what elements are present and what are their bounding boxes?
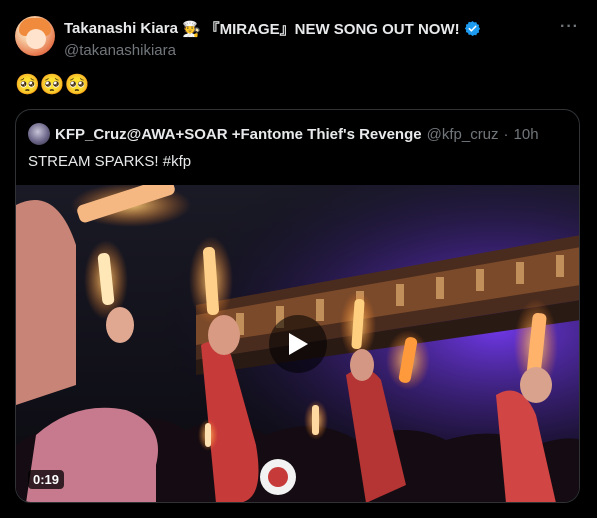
tweet-header: Takanashi Kiara 🧑‍🍳 『MIRAGE』NEW SONG OUT… <box>64 18 557 59</box>
tweet-text: 🥺🥺🥺 <box>15 72 90 96</box>
tweet: Takanashi Kiara 🧑‍🍳 『MIRAGE』NEW SONG OUT… <box>0 0 597 518</box>
author-name-suffix[interactable]: 『MIRAGE』NEW SONG OUT NOW! <box>205 18 460 39</box>
verified-badge-icon <box>464 21 480 36</box>
author-name-line[interactable]: Takanashi Kiara 🧑‍🍳 『MIRAGE』NEW SONG OUT… <box>64 18 557 39</box>
quoted-author-name[interactable]: KFP_Cruz@AWA+SOAR +Fantome Thief's Reven… <box>55 126 422 143</box>
quoted-timestamp[interactable]: 10h <box>514 126 539 143</box>
quoted-author-handle[interactable]: @kfp_cruz <box>427 126 499 143</box>
video-player[interactable]: 0:19 <box>16 185 579 502</box>
video-duration: 0:19 <box>28 470 65 489</box>
avatar-face <box>26 29 46 49</box>
quoted-tweet[interactable]: KFP_Cruz@AWA+SOAR +Fantome Thief's Reven… <box>15 109 580 503</box>
author-name-emoji: 🧑‍🍳 <box>181 20 201 38</box>
more-options-icon[interactable]: ··· <box>560 18 579 36</box>
author-avatar[interactable] <box>15 16 55 56</box>
author-display-name[interactable]: Takanashi Kiara <box>64 20 178 37</box>
quoted-tweet-header: KFP_Cruz@AWA+SOAR +Fantome Thief's Reven… <box>28 123 539 145</box>
quoted-tweet-text: STREAM SPARKS! #kfp <box>28 153 192 170</box>
author-handle[interactable]: @takanashikiara <box>64 42 557 59</box>
quoted-author-avatar[interactable] <box>28 123 50 145</box>
play-button[interactable] <box>269 315 327 373</box>
play-icon <box>289 333 308 355</box>
quoted-separator: · <box>503 125 509 143</box>
